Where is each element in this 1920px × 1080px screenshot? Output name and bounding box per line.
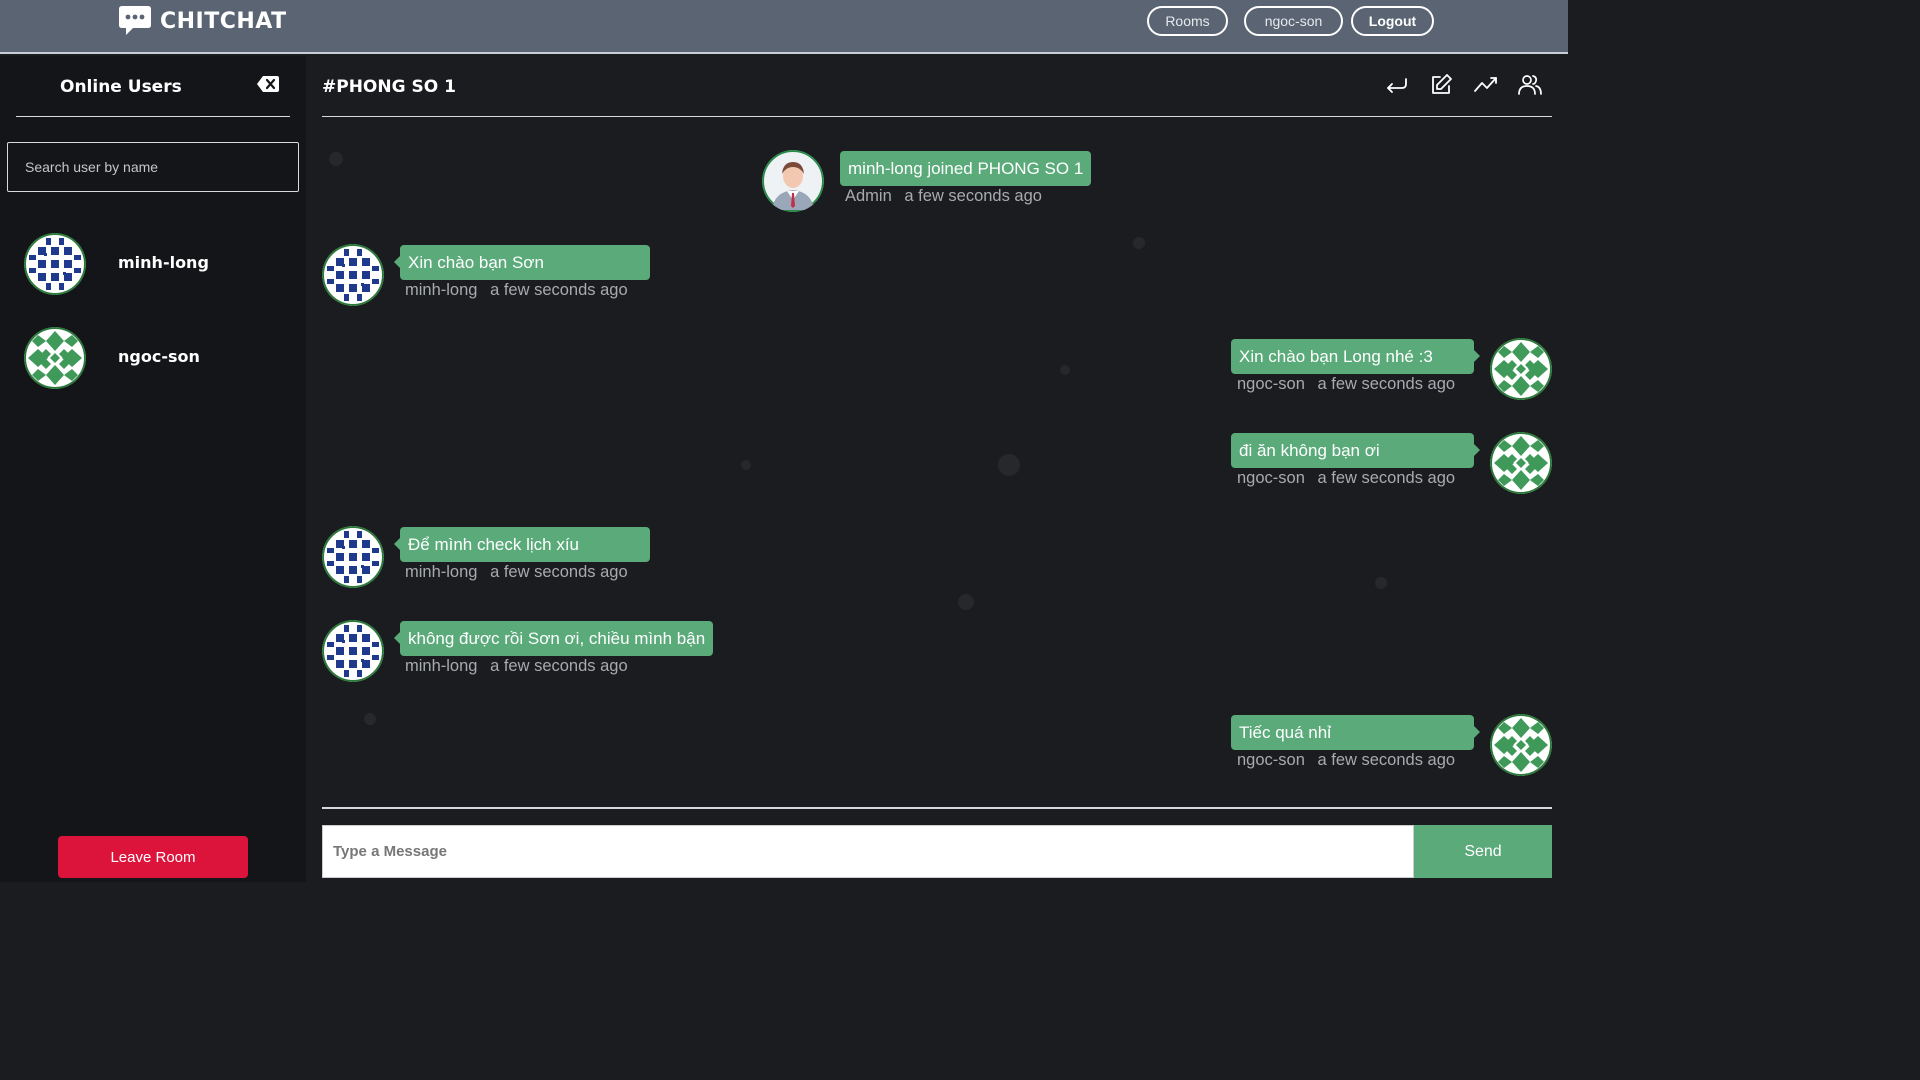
message-meta: minh-long a few seconds ago: [405, 657, 628, 676]
message-author: ngoc-son: [1237, 469, 1305, 487]
message-meta: Admin a few seconds ago: [845, 187, 1042, 206]
search-user-input[interactable]: [7, 142, 299, 192]
message-time: a few seconds ago: [490, 563, 628, 581]
brand[interactable]: CHITCHAT: [119, 6, 287, 36]
chat-main: #PHONG SO 1 minh-long joined PHONG SO 1 …: [306, 56, 1568, 882]
sidebar-divider: [16, 116, 290, 117]
send-button[interactable]: Send: [1414, 825, 1552, 878]
message-bubble: Xin chào bạn Long nhé :3: [1231, 339, 1480, 374]
message-author: Admin: [845, 187, 892, 205]
current-user-button[interactable]: ngoc-son: [1244, 6, 1343, 36]
edit-icon[interactable]: [1429, 73, 1453, 102]
message-bubble: Để mình check lịch xíu: [394, 527, 650, 562]
message-time: a few seconds ago: [1317, 375, 1456, 393]
avatar: [322, 244, 384, 306]
avatar: [322, 526, 384, 588]
composer-divider: [322, 807, 1552, 809]
online-user-ngoc-son[interactable]: ngoc-son: [24, 327, 200, 389]
message-meta: ngoc-son a few seconds ago: [1237, 751, 1455, 770]
message-meta: minh-long a few seconds ago: [405, 563, 628, 582]
chart-icon[interactable]: [1473, 73, 1499, 102]
message-bubble: không được rồi Sơn ơi, chiều mình bận: [393, 621, 714, 656]
online-user-name: minh-long: [118, 253, 209, 272]
avatar: [1490, 432, 1552, 494]
brand-name: CHITCHAT: [160, 8, 287, 34]
sidebar-title: Online Users: [60, 77, 182, 97]
header-divider: [322, 116, 1552, 117]
chat-bubble-icon: [119, 6, 151, 35]
message-bubble: đi ăn không bạn ơi: [1231, 433, 1480, 468]
online-user-minh-long[interactable]: minh-long: [24, 233, 209, 295]
avatar: [1490, 338, 1552, 400]
message-time: a few seconds ago: [904, 187, 1042, 205]
message-time: a few seconds ago: [490, 657, 628, 675]
online-user-name: ngoc-son: [118, 347, 200, 366]
avatar: [24, 233, 86, 295]
top-navbar: CHITCHAT Rooms ngoc-son Logout: [0, 0, 1568, 54]
message-bubble: Xin chào bạn Sơn: [394, 245, 650, 280]
leave-room-button[interactable]: Leave Room: [58, 836, 248, 878]
online-users-sidebar: Online Users minh-long ngoc-son Leave Ro…: [0, 56, 306, 882]
message-bubble: Tiếc quá nhỉ: [1231, 715, 1480, 750]
message-time: a few seconds ago: [1317, 751, 1456, 769]
users-icon[interactable]: [1517, 73, 1543, 102]
message-author: minh-long: [405, 281, 478, 299]
message-meta: ngoc-son a few seconds ago: [1237, 469, 1455, 488]
message-author: ngoc-son: [1237, 751, 1305, 769]
avatar: [1490, 714, 1552, 776]
avatar: [322, 620, 384, 682]
system-message-bubble: minh-long joined PHONG SO 1: [840, 151, 1092, 186]
message-author: ngoc-son: [1237, 375, 1305, 393]
return-icon[interactable]: [1385, 73, 1409, 102]
message-meta: ngoc-son a few seconds ago: [1237, 375, 1455, 394]
room-title: #PHONG SO 1: [322, 77, 456, 97]
logout-button[interactable]: Logout: [1351, 6, 1434, 36]
rooms-button[interactable]: Rooms: [1147, 6, 1228, 36]
message-author: minh-long: [405, 657, 478, 675]
close-sidebar-icon[interactable]: [257, 76, 279, 97]
message-time: a few seconds ago: [1317, 469, 1456, 487]
admin-avatar: [762, 150, 824, 212]
avatar: [24, 327, 86, 389]
message-input[interactable]: [322, 825, 1414, 878]
message-meta: minh-long a few seconds ago: [405, 281, 628, 300]
message-author: minh-long: [405, 563, 478, 581]
message-time: a few seconds ago: [490, 281, 628, 299]
